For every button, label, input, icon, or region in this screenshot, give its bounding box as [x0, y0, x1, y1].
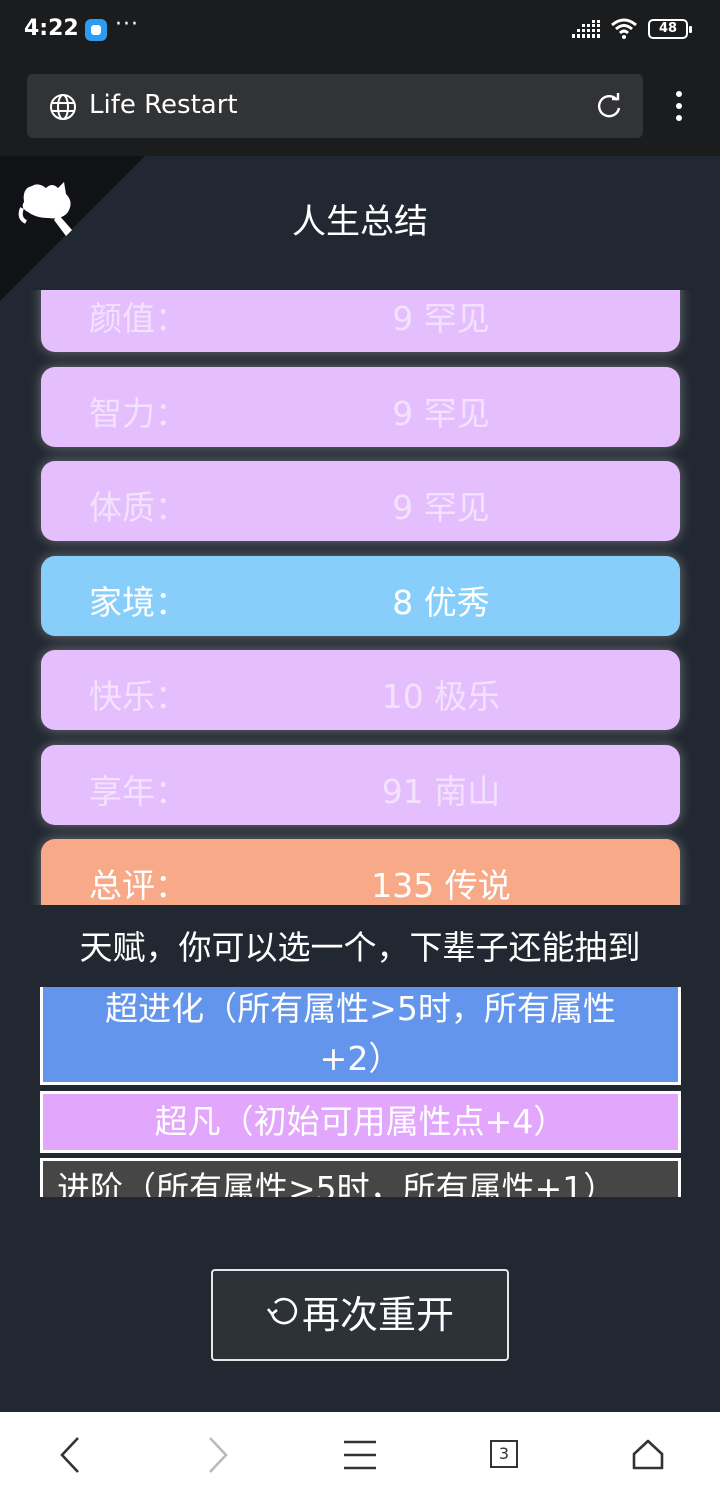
summary-value: 10 极乐: [381, 677, 501, 716]
summary-value: 91 南山: [381, 772, 501, 811]
summary-value: 8 优秀: [392, 583, 490, 622]
restart-button[interactable]: 再次重开: [211, 1269, 509, 1361]
app-notification-icon: [85, 19, 107, 41]
summary-card-happiness: 快乐： 10 极乐: [41, 650, 680, 730]
status-time: 4:22: [24, 16, 79, 41]
wifi-icon: [610, 17, 638, 43]
forward-icon[interactable]: [206, 1436, 230, 1478]
summary-label: 总评：: [89, 866, 188, 905]
summary-value: 135 传说: [371, 866, 511, 905]
talent-list[interactable]: 超进化（所有属性>5时，所有属性 +2） 超凡（初始可用属性点+4） 进阶（所有…: [0, 987, 720, 1197]
browser-toolbar: Life Restart: [0, 60, 720, 156]
back-icon[interactable]: [58, 1436, 82, 1478]
talent-heading: 天赋，你可以选一个，下辈子还能抽到: [0, 905, 720, 985]
signal-icon: [572, 20, 602, 44]
page-title: 人生总结: [292, 202, 428, 242]
summary-card-total: 总评： 135 传说: [41, 839, 680, 905]
talent-item[interactable]: 超凡（初始可用属性点+4）: [40, 1091, 681, 1153]
restart-icon: [266, 1270, 300, 1358]
summary-card-constitution: 体质： 9 罕见: [41, 461, 680, 541]
summary-card-intelligence: 智力： 9 罕见: [41, 367, 680, 447]
summary-value: 9 罕见: [392, 299, 490, 338]
reload-icon[interactable]: [595, 92, 623, 124]
restart-label: 再次重开: [301, 1293, 454, 1337]
summary-value: 9 罕见: [392, 394, 490, 433]
talent-text: +2）: [319, 1039, 402, 1078]
summary-label: 颜值：: [89, 299, 188, 338]
summary-label: 智力：: [89, 394, 188, 433]
summary-label: 快乐：: [89, 677, 188, 716]
app-content: 人生总结 颜值： 9 罕见 智力： 9 罕见 体质： 9 罕见 家境： 8 优秀…: [0, 156, 720, 1412]
globe-icon: [49, 93, 77, 125]
more-menu-icon[interactable]: [670, 90, 688, 128]
summary-card-lifespan: 享年： 91 南山: [41, 745, 680, 825]
summary-card-appearance: 颜值： 9 罕见: [41, 290, 680, 352]
summary-value: 9 罕见: [392, 488, 490, 527]
url-text: Life Restart: [89, 90, 238, 120]
tabs-icon[interactable]: 3: [490, 1440, 518, 1468]
status-more-dots: ···: [115, 12, 139, 37]
summary-card-family: 家境： 8 优秀: [41, 556, 680, 636]
talent-item[interactable]: 超进化（所有属性>5时，所有属性 +2）: [40, 987, 681, 1085]
address-bar[interactable]: Life Restart: [27, 74, 643, 138]
talent-item[interactable]: 进阶（所有属性>5时，所有属性+1）: [40, 1158, 681, 1197]
menu-icon[interactable]: [344, 1440, 376, 1474]
battery-icon: 48: [648, 19, 692, 39]
home-icon[interactable]: [632, 1438, 664, 1474]
talent-text: 超进化（所有属性>5时，所有属性: [105, 989, 616, 1028]
browser-nav-bar: 3: [0, 1412, 720, 1499]
summary-label: 享年：: [89, 772, 188, 811]
summary-label: 体质：: [89, 488, 188, 527]
summary-list[interactable]: 颜值： 9 罕见 智力： 9 罕见 体质： 9 罕见 家境： 8 优秀 快乐： …: [0, 290, 720, 905]
summary-label: 家境：: [89, 583, 188, 622]
status-bar: 4:22 ··· 48: [0, 0, 720, 60]
